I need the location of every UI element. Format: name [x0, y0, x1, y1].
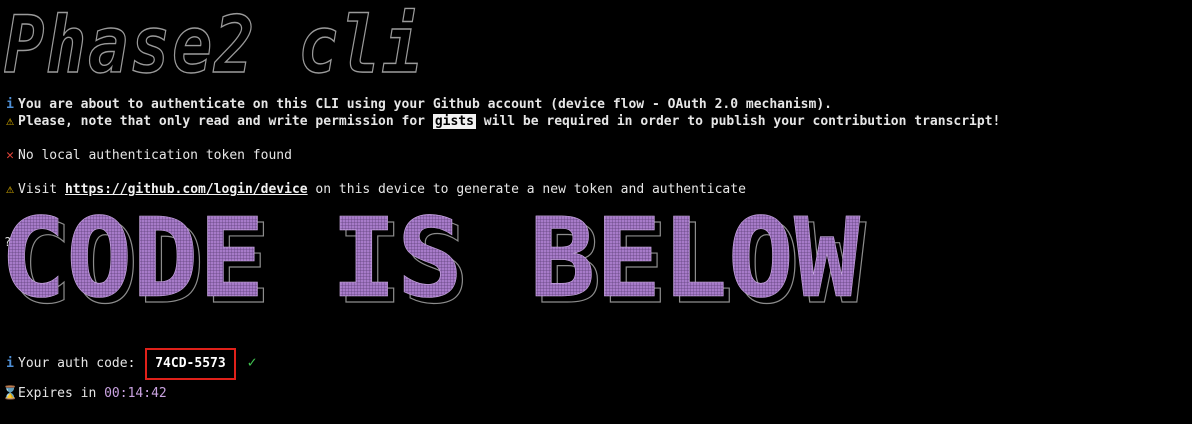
error-text: No local authentication token found: [18, 148, 292, 163]
visit-text-after: on this device to generate a new token a…: [307, 182, 746, 197]
terminal-window: Phase2 cli i You are about to authenticat…: [0, 0, 1192, 424]
auth-code-label: Your auth code:: [18, 356, 136, 371]
auth-code-line: i Your auth code: 74CD-5573 ✓: [2, 348, 257, 380]
ascii-banner-code-is-below: ?? CODE IS BELOW CODE IS BELOW: [0, 210, 867, 329]
check-icon: ✓: [247, 353, 257, 371]
gists-highlight: gists: [432, 114, 476, 129]
info-icon: i: [6, 356, 14, 371]
warning-icon: ⚠: [6, 114, 14, 129]
device-login-link[interactable]: https://github.com/login/device: [65, 182, 308, 197]
ascii-banner-text: Phase2 cli: [4, 6, 424, 84]
ascii-banner-phase2-cli: Phase2 cli: [4, 6, 424, 84]
info-line: i You are about to authenticate on this C…: [2, 96, 832, 114]
warning-icon: ⚠: [6, 182, 14, 197]
info-text: You are about to authenticate on this CL…: [18, 97, 832, 112]
warning-line-gists: ⚠ Please, note that only read and write p…: [2, 113, 1000, 131]
error-x-icon: ✕: [6, 148, 14, 163]
expires-line: ⌛Expires in 00:14:42: [2, 385, 167, 403]
banner-code-text: CODE IS BELOW: [0, 210, 861, 322]
visit-line: ⚠ Visit https://github.com/login/device o…: [2, 181, 746, 199]
warning-text-after: will be required in order to publish you…: [475, 114, 1001, 129]
expires-timer: 00:14:42: [104, 386, 167, 401]
visit-text-before: Visit: [18, 182, 65, 197]
auth-code-value[interactable]: 74CD-5573: [145, 348, 236, 380]
info-icon: i: [6, 97, 14, 112]
expires-label: Expires in: [18, 386, 97, 401]
error-line: ✕ No local authentication token found: [2, 147, 292, 165]
warning-text-before: Please, note that only read and write pe…: [18, 114, 433, 129]
hourglass-icon: ⌛: [2, 386, 19, 401]
